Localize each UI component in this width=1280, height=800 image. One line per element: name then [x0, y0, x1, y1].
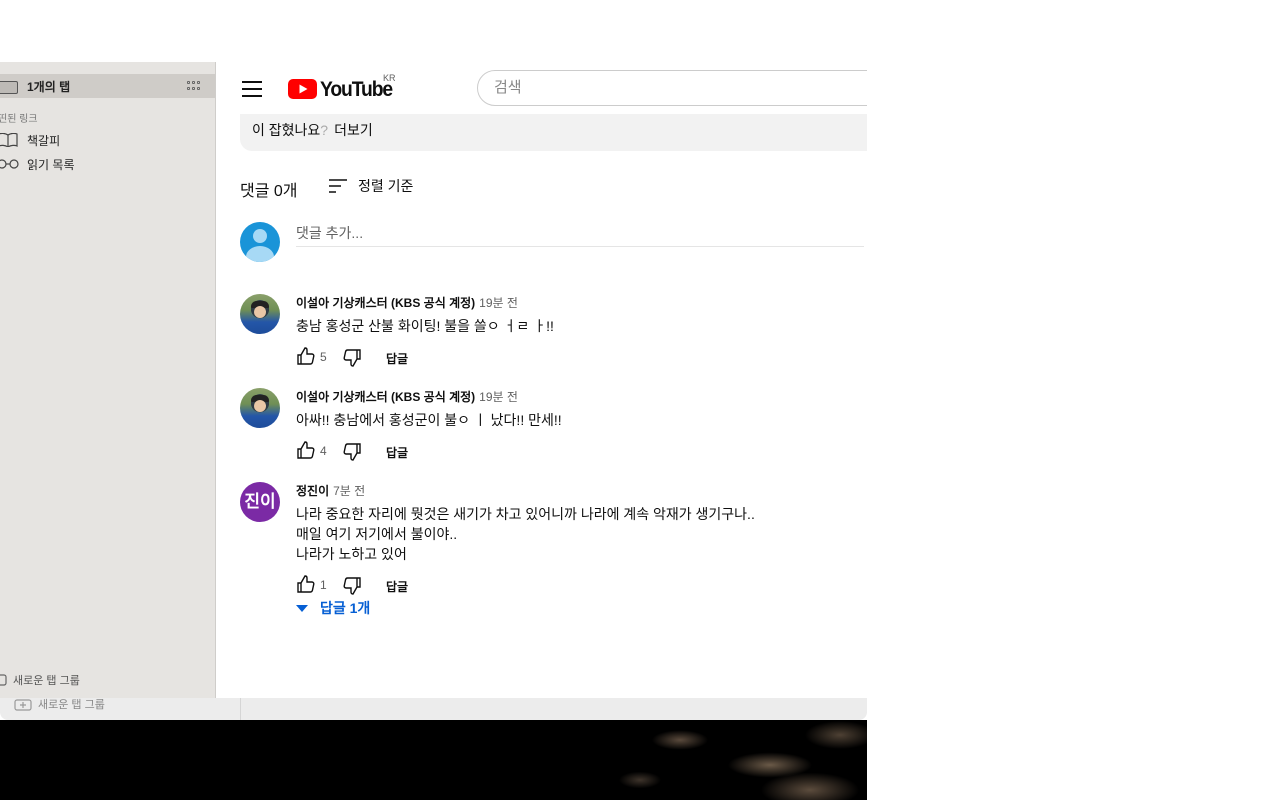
- sort-icon: [329, 179, 347, 193]
- description-text: 이 잡혔나요? 더보기: [252, 120, 373, 140]
- description-punctuation: ?: [320, 122, 329, 138]
- new-tab-group-icon: [0, 674, 7, 686]
- comment-line: 아싸!! 충남에서 홍성군이 불ㅇ ㅣ 났다!! 만세!!: [296, 412, 562, 428]
- comment: 이설아 기상캐스터 (KBS 공식 계정) 19분 전 충남 홍성군 산불 화이팅…: [240, 294, 860, 367]
- comment-line: 매일 여기 저기에서 불이야..: [296, 526, 458, 542]
- video-description-box[interactable]: 이 잡혔나요? 더보기: [240, 114, 867, 151]
- reply-button[interactable]: 답글: [386, 350, 408, 367]
- comment-line: 충남 홍성군 산불 화이팅! 불을 쓸ㅇ ㅓㄹ ㅏ!!: [296, 318, 554, 334]
- avatar[interactable]: [240, 388, 280, 428]
- add-comment-row: 댓글 추가...: [240, 222, 867, 262]
- comment-text: 아싸!! 충남에서 홍성군이 불ㅇ ㅣ 났다!! 만세!!: [296, 410, 562, 430]
- pinned-links-title: 띤된 링크: [0, 114, 38, 125]
- new-tab-group-icon: [14, 699, 32, 711]
- browser-sidebar: 1개의 탭 띤된 링크 책갈피 읽기 목록 새로운 탭 그룹: [0, 62, 216, 698]
- sidebar-item-label: 책갈피: [27, 133, 61, 148]
- youtube-wordmark: YouTube: [320, 78, 393, 101]
- comment-time[interactable]: 19분 전: [479, 296, 518, 310]
- dislike-icon[interactable]: [342, 576, 362, 596]
- comment-meta: 이설아 기상캐스터 (KBS 공식 계정) 19분 전: [296, 388, 518, 405]
- chevron-down-icon: [296, 604, 308, 612]
- new-tab-group-label: 새로운 탭 그룹: [38, 699, 105, 711]
- sidebar-item-reading-list[interactable]: 읽기 목록: [0, 156, 200, 172]
- new-tab-group-button-background[interactable]: 새로운 탭 그룹: [14, 696, 105, 712]
- comment-actions: 4 답글: [296, 440, 596, 464]
- like-count: 1: [320, 578, 327, 592]
- avatar[interactable]: 진이: [240, 482, 280, 522]
- comment-time[interactable]: 7분 전: [333, 484, 365, 498]
- comment-input[interactable]: 댓글 추가...: [296, 224, 864, 247]
- youtube-header: YouTube KR 검색: [216, 62, 867, 114]
- youtube-play-icon: [288, 79, 317, 99]
- comment-author[interactable]: 이설아 기상캐스터 (KBS 공식 계정): [296, 296, 475, 310]
- reply-button[interactable]: 답글: [386, 578, 408, 595]
- comment-time[interactable]: 19분 전: [479, 390, 518, 404]
- comments-header: 댓글 0개 정렬 기준: [240, 175, 840, 200]
- comment-line: 나라 중요한 자리에 뭣것은 새기가 차고 있어니까 나라에 계속 악재가 생기…: [296, 506, 755, 522]
- sort-button[interactable]: 정렬 기준: [328, 175, 413, 197]
- show-more-button[interactable]: 더보기: [334, 122, 373, 138]
- like-icon[interactable]: [296, 440, 316, 460]
- comment: 이설아 기상캐스터 (KBS 공식 계정) 19분 전 아싸!! 충남에서 홍성군…: [240, 388, 860, 461]
- search-input[interactable]: 검색: [477, 70, 867, 106]
- dislike-icon[interactable]: [342, 348, 362, 368]
- sidebar-item-label: 읽기 목록: [27, 157, 75, 172]
- comment-text: 나라 중요한 자리에 뭣것은 새기가 차고 있어니까 나라에 계속 악재가 생기…: [296, 504, 755, 564]
- tab-count-label: 1개의 탭: [27, 80, 71, 94]
- view-replies-button[interactable]: 답글 1개: [296, 598, 370, 618]
- comment-author[interactable]: 정진이: [296, 484, 329, 498]
- new-tab-group-label: 새로운 탭 그룹: [13, 675, 80, 687]
- desktop-wallpaper-foliage: [540, 720, 867, 800]
- comment: 진이 정진이 7분 전 나라 중요한 자리에 뭣것은 새기가 차고 있어니까 나라…: [240, 482, 860, 595]
- sidebar-item-bookmarks[interactable]: 책갈피: [0, 132, 200, 148]
- like-count: 5: [320, 350, 327, 364]
- replies-count-label: 답글 1개: [320, 600, 371, 616]
- sort-label: 정렬 기준: [358, 178, 414, 194]
- dislike-icon[interactable]: [342, 442, 362, 462]
- avatar[interactable]: [240, 294, 280, 334]
- glasses-icon: [0, 159, 19, 169]
- book-icon: [0, 133, 18, 147]
- menu-icon[interactable]: [242, 81, 262, 97]
- comment-line: 나라가 노하고 있어: [296, 546, 407, 562]
- tabs-icon: [0, 81, 18, 94]
- comment-actions: 1 답글: [296, 574, 596, 598]
- country-code: KR: [383, 73, 396, 83]
- comment-actions: 5 답글: [296, 346, 596, 370]
- avatar[interactable]: [240, 222, 280, 262]
- grid-view-icon[interactable]: [187, 81, 201, 91]
- like-icon[interactable]: [296, 574, 316, 594]
- comment-meta: 이설아 기상캐스터 (KBS 공식 계정) 19분 전: [296, 294, 518, 311]
- reply-button[interactable]: 답글: [386, 444, 408, 461]
- like-count: 4: [320, 444, 327, 458]
- comment-meta: 정진이 7분 전: [296, 482, 365, 499]
- comment-text: 충남 홍성군 산불 화이팅! 불을 쓸ㅇ ㅓㄹ ㅏ!!: [296, 316, 554, 336]
- tab-overview-row[interactable]: 1개의 탭: [0, 74, 215, 98]
- like-icon[interactable]: [296, 346, 316, 366]
- youtube-page: YouTube KR 검색 이 잡혔나요? 더보기 댓글 0개 정렬 기준 댓글 …: [216, 62, 867, 698]
- comment-count: 댓글 0개: [240, 183, 298, 200]
- browser-window: 1개의 탭 띤된 링크 책갈피 읽기 목록 새로운 탭 그룹 YouTube K…: [0, 62, 867, 698]
- youtube-logo[interactable]: YouTube KR: [288, 73, 396, 101]
- description-snippet: 이 잡혔나요: [252, 122, 321, 138]
- comment-author[interactable]: 이설아 기상캐스터 (KBS 공식 계정): [296, 390, 475, 404]
